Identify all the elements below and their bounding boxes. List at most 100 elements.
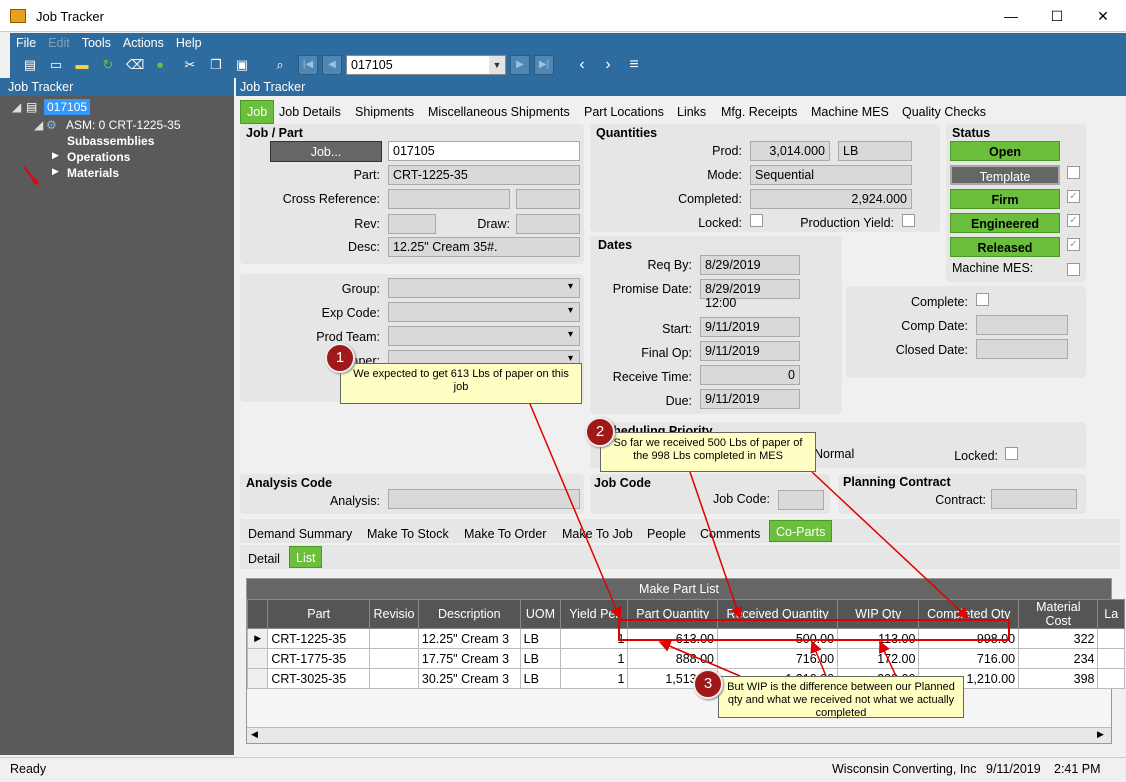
firm-status-button[interactable]: Firm [950,189,1060,209]
binoculars-icon[interactable]: ⌕ [272,57,288,73]
job-button[interactable]: Job... [270,141,382,162]
cell-la[interactable] [1097,628,1125,649]
desc-field[interactable]: 12.25" Cream 35#. [388,237,580,257]
chevron-down-icon[interactable]: ▼ [489,56,505,74]
go-icon[interactable]: ● [152,57,168,73]
col-description[interactable]: Description [417,599,521,629]
tree-materials[interactable]: Materials [67,166,119,180]
minimize-button[interactable]: — [988,0,1034,32]
prod-field[interactable]: 3,014.000 [750,141,830,161]
production-yield-checkbox[interactable] [902,214,915,227]
cell-part-quantity[interactable]: 888.00 [627,648,718,669]
receive-time-field[interactable]: 0 [700,365,800,385]
cell-material-cost[interactable]: 398 [1018,668,1099,689]
tab-people[interactable]: People [643,520,690,544]
cell-description[interactable]: 12.25" Cream 3 [417,628,521,649]
complete-checkbox[interactable] [976,293,989,306]
cell-part[interactable]: CRT-3025-35 [267,668,371,689]
forward-icon[interactable]: › [600,57,616,73]
menu-tools[interactable]: Tools [76,33,117,50]
col-material-cost[interactable]: Material Cost [1018,599,1099,629]
menu-help[interactable]: Help [170,33,208,50]
cell-revision[interactable] [369,648,419,669]
engineered-checkbox[interactable]: ✓ [1067,214,1080,227]
part-field[interactable]: CRT-1225-35 [388,165,580,185]
col-uom[interactable]: UOM [519,599,562,629]
tab-mfg-receipts[interactable]: Mfg. Receipts [717,98,801,122]
tab-misc-shipments[interactable]: Miscellaneous Shipments [424,98,574,122]
collapse-icon[interactable]: ◢ [12,100,21,114]
xref-field[interactable] [388,189,510,209]
col-revision[interactable]: Revisio [369,599,419,629]
eraser-icon[interactable]: ⌫ [126,57,144,73]
cell-uom[interactable]: LB [519,628,562,649]
reqby-field[interactable]: 8/29/2019 [700,255,800,275]
tab-job-details[interactable]: Job Details [275,98,345,122]
prev-record-icon[interactable]: ◀ [322,55,342,75]
tab-make-to-stock[interactable]: Make To Stock [363,520,453,544]
maximize-button[interactable]: ☐ [1034,0,1080,32]
cell-received-quantity[interactable]: 716.00 [716,648,839,669]
mode-field[interactable]: Sequential [750,165,912,185]
tab-quality-checks[interactable]: Quality Checks [898,98,990,122]
analysis-field[interactable] [388,489,580,509]
group-combo[interactable] [388,278,580,298]
row-selector[interactable] [246,648,269,669]
tab-shipments[interactable]: Shipments [351,98,418,122]
tab-machine-mes[interactable]: Machine MES [807,98,893,122]
menu-actions[interactable]: Actions [117,33,170,50]
expand-icon[interactable]: ▶ [52,150,59,161]
paste-icon[interactable]: ▣ [234,57,250,73]
sched-locked-checkbox[interactable] [1005,447,1018,460]
tree-subassemblies[interactable]: Subassemblies [67,134,154,148]
machine-mes-checkbox[interactable] [1067,263,1080,276]
table-row[interactable]: CRT-3025-35 30.25" Cream 3 LB 1 1,513.00… [246,668,1125,689]
priority-field[interactable]: Normal [810,445,860,465]
tab-list[interactable]: List [289,546,323,568]
comp-date-field[interactable] [976,315,1068,335]
cell-uom[interactable]: LB [519,648,562,669]
new-icon[interactable]: ▤ [22,57,38,73]
completed-field[interactable]: 2,924.000 [750,189,912,209]
cell-revision[interactable] [369,628,419,649]
first-record-icon[interactable]: |◀ [298,55,318,75]
tab-job[interactable]: Job [240,100,275,124]
last-record-icon[interactable]: ▶| [534,55,554,75]
due-field[interactable]: 9/11/2019 [700,389,800,409]
cell-yield-per[interactable]: 1 [560,648,629,669]
open-status-button[interactable]: Open [950,141,1060,161]
cell-revision[interactable] [369,668,419,689]
promise-date-field[interactable]: 8/29/2019 12:00 [700,279,800,310]
back-icon[interactable]: ‹ [574,57,590,73]
cell-description[interactable]: 17.75" Cream 3 [417,648,521,669]
exp-code-combo[interactable] [388,302,580,322]
cell-uom[interactable]: LB [519,668,562,689]
template-status-button[interactable]: Template [950,165,1060,185]
row-pointer-icon[interactable]: ▶ [246,628,269,649]
scroll-right-icon[interactable]: ▶ [1097,729,1104,740]
cell-wip-qty[interactable]: 172.00 [837,648,920,669]
locked-checkbox[interactable] [750,214,763,227]
tree-job-node[interactable]: 017105 [44,99,91,115]
tree-operations[interactable]: Operations [67,150,130,164]
tab-comments[interactable]: Comments [696,520,764,544]
cell-part[interactable]: CRT-1225-35 [267,628,371,649]
closed-date-field[interactable] [976,339,1068,359]
rev-field[interactable] [388,214,436,234]
hamburger-icon[interactable]: ≡ [626,57,642,73]
draw-field[interactable] [516,214,580,234]
jobcode-field[interactable] [778,490,824,510]
template-checkbox[interactable] [1067,166,1080,179]
cell-la[interactable] [1097,668,1125,689]
refresh-icon[interactable]: ↻ [100,57,116,73]
tab-part-locations[interactable]: Part Locations [580,98,668,122]
cell-material-cost[interactable]: 234 [1018,648,1099,669]
cell-part[interactable]: CRT-1775-35 [267,648,371,669]
tab-make-to-job[interactable]: Make To Job [558,520,637,544]
tree-asm-node[interactable]: ASM: 0 CRT-1225-35 [66,118,181,132]
job-nav-combo[interactable]: 017105 ▼ [346,55,506,75]
released-checkbox[interactable]: ✓ [1067,238,1080,251]
tab-make-to-order[interactable]: Make To Order [460,520,550,544]
row-selector[interactable] [246,668,269,689]
tab-detail[interactable]: Detail [244,545,284,569]
